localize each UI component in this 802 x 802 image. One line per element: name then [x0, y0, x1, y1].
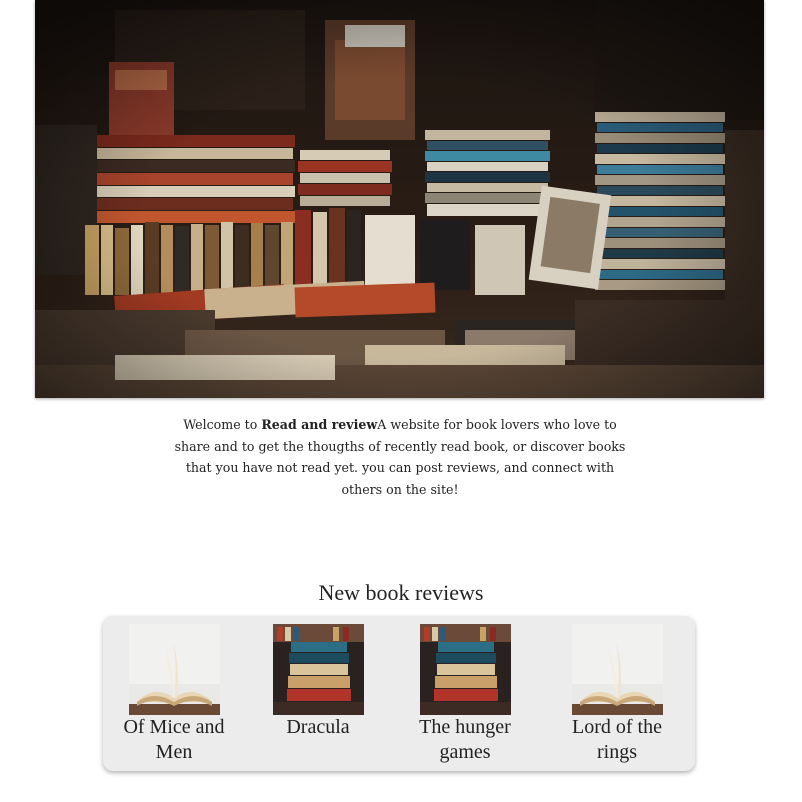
open-book-image[interactable]	[571, 624, 663, 715]
book-title[interactable]: Of Mice and Men	[114, 715, 234, 765]
book-card[interactable]: Dracula	[258, 624, 378, 740]
book-title[interactable]: Lord of the rings	[557, 715, 677, 765]
book-card[interactable]: Of Mice and Men	[114, 624, 234, 765]
book-reviews-card: Of Mice and Men Dracula The hunger games…	[103, 616, 695, 771]
book-card[interactable]: The hunger games	[405, 624, 525, 765]
site-name: Read and review	[261, 417, 378, 432]
section-title: New book reviews	[318, 580, 484, 605]
book-stack-image[interactable]	[272, 624, 364, 715]
intro-prefix: Welcome to	[183, 417, 262, 432]
book-stack-image[interactable]	[419, 624, 511, 715]
open-book-image[interactable]	[128, 624, 220, 715]
book-card[interactable]: Lord of the rings	[557, 624, 677, 765]
book-title[interactable]: Dracula	[258, 715, 378, 740]
intro-text: Welcome to Read and reviewA website for …	[170, 414, 630, 500]
book-title[interactable]: The hunger games	[405, 715, 525, 765]
hero-image	[35, 0, 764, 398]
